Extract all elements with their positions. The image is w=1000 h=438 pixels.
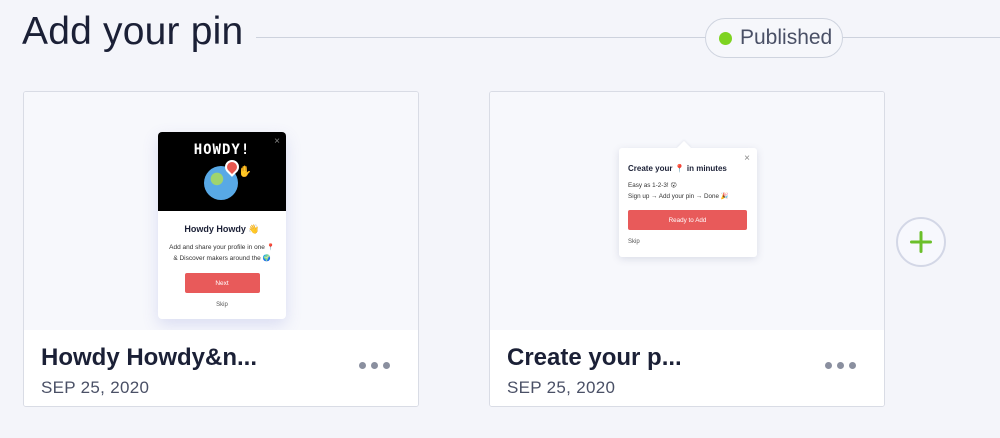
status-label: Published xyxy=(740,26,833,49)
more-options-button[interactable] xyxy=(359,362,390,369)
dot-icon xyxy=(371,362,378,369)
dot-icon xyxy=(359,362,366,369)
popup-ready-button: Ready to Add xyxy=(628,210,747,230)
popup-caret xyxy=(676,140,692,156)
popup-line: Sign up → Add your pin → Done 🎉 xyxy=(628,193,729,200)
popup-skip-link: Skip xyxy=(216,302,228,308)
pin-preview[interactable]: × Create your 📍 in minutes Easy as 1-2-3… xyxy=(490,92,884,330)
card-title: Create your p... xyxy=(507,344,682,371)
dot-icon xyxy=(837,362,844,369)
popup-heading: Howdy Howdy 👋 xyxy=(184,224,260,234)
card-footer: Create your p... SEP 25, 2020 xyxy=(490,330,884,406)
popup-hero: × HOWDY! ✋ xyxy=(158,132,286,211)
howdy-logo: HOWDY! xyxy=(193,142,251,158)
add-pin-button[interactable] xyxy=(896,217,946,267)
card-title: Howdy Howdy&n... xyxy=(41,344,257,371)
preview-popup: × HOWDY! ✋ Howdy Howdy 👋 Add and share y… xyxy=(158,132,286,319)
card-footer: Howdy Howdy&n... SEP 25, 2020 xyxy=(24,330,418,406)
wave-icon: ✋ xyxy=(238,166,252,178)
popup-line: Easy as 1-2-3! 😮 xyxy=(628,182,677,189)
page-title: Add your pin xyxy=(22,10,244,53)
pin-preview[interactable]: × HOWDY! ✋ Howdy Howdy 👋 Add and share y… xyxy=(24,92,418,330)
dot-icon xyxy=(849,362,856,369)
preview-popup: × Create your 📍 in minutes Easy as 1-2-3… xyxy=(619,140,757,257)
pin-card[interactable]: × HOWDY! ✋ Howdy Howdy 👋 Add and share y… xyxy=(23,91,419,407)
dot-icon xyxy=(383,362,390,369)
popup-next-button: Next xyxy=(184,273,260,293)
status-dot-icon xyxy=(719,31,732,45)
popup-body-line: Add and share your profile in one 📍 xyxy=(169,244,275,251)
popup-skip-link: Skip xyxy=(628,239,640,245)
card-date: SEP 25, 2020 xyxy=(41,378,150,397)
popup-body-line: & Discover makers around the 🌍 xyxy=(173,255,271,262)
more-options-button[interactable] xyxy=(825,362,856,369)
status-badge[interactable]: Published xyxy=(705,18,843,58)
dot-icon xyxy=(825,362,832,369)
popup-heading: Create your 📍 in minutes xyxy=(628,164,727,173)
header-divider xyxy=(256,37,1000,38)
card-date: SEP 25, 2020 xyxy=(507,378,616,397)
close-icon: × xyxy=(744,153,750,164)
plus-icon xyxy=(910,231,932,253)
popup-body: Add and share your profile in one 📍 & Di… xyxy=(158,242,286,264)
pin-card[interactable]: × Create your 📍 in minutes Easy as 1-2-3… xyxy=(489,91,885,407)
